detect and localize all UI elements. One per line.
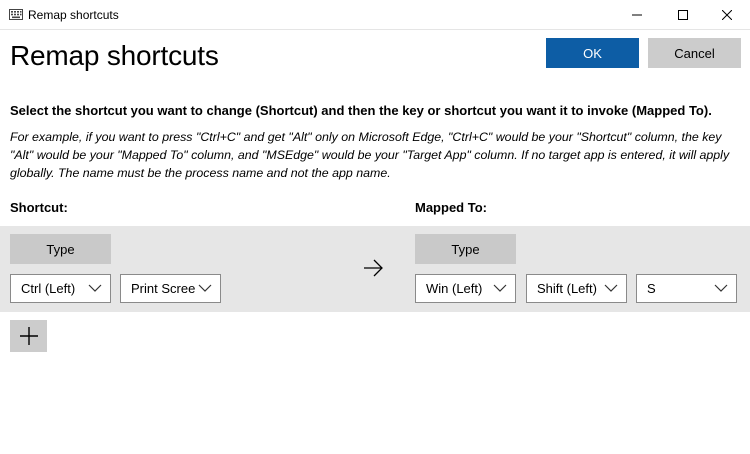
mapped-to-column-header: Mapped To: (415, 200, 487, 215)
keyboard-icon (9, 9, 23, 20)
instructions-example: For example, if you want to press "Ctrl+… (10, 130, 730, 180)
shortcut-key-1-dropdown[interactable]: Ctrl (Left) (10, 274, 111, 303)
chevron-down-icon (88, 284, 102, 292)
dropdown-value: Print Screen (131, 281, 195, 296)
shortcut-column-header: Shortcut: (10, 200, 68, 215)
page-title: Remap shortcuts (10, 40, 219, 71)
shortcut-key-2-dropdown[interactable]: Print Screen (120, 274, 221, 303)
chevron-down-icon (198, 284, 212, 292)
add-shortcut-button[interactable] (10, 320, 47, 352)
cancel-button[interactable]: Cancel (648, 38, 741, 68)
shortcut-type-button[interactable]: Type (10, 234, 111, 264)
dropdown-value: S (647, 281, 656, 296)
title-bar: Remap shortcuts (0, 0, 750, 30)
mapped-key-3-dropdown[interactable]: S (636, 274, 737, 303)
chevron-down-icon (493, 284, 507, 292)
close-button[interactable] (704, 0, 750, 30)
arrow-right-icon (364, 259, 383, 277)
close-icon (722, 10, 732, 20)
chevron-down-icon (714, 284, 728, 292)
dropdown-value: Shift (Left) (537, 281, 597, 296)
minimize-button[interactable] (614, 0, 660, 30)
maximize-button[interactable] (660, 0, 706, 30)
minimize-icon (632, 14, 642, 16)
mapped-key-1-dropdown[interactable]: Win (Left) (415, 274, 516, 303)
plus-icon (19, 327, 38, 345)
dropdown-value: Win (Left) (426, 281, 483, 296)
mapped-key-2-dropdown[interactable]: Shift (Left) (526, 274, 627, 303)
maximize-icon (678, 10, 688, 20)
mapped-type-button[interactable]: Type (415, 234, 516, 264)
instructions-heading: Select the shortcut you want to change (… (10, 103, 712, 118)
window-title: Remap shortcuts (28, 8, 119, 22)
chevron-down-icon (604, 284, 618, 292)
dropdown-value: Ctrl (Left) (21, 281, 76, 296)
ok-button[interactable]: OK (546, 38, 639, 68)
